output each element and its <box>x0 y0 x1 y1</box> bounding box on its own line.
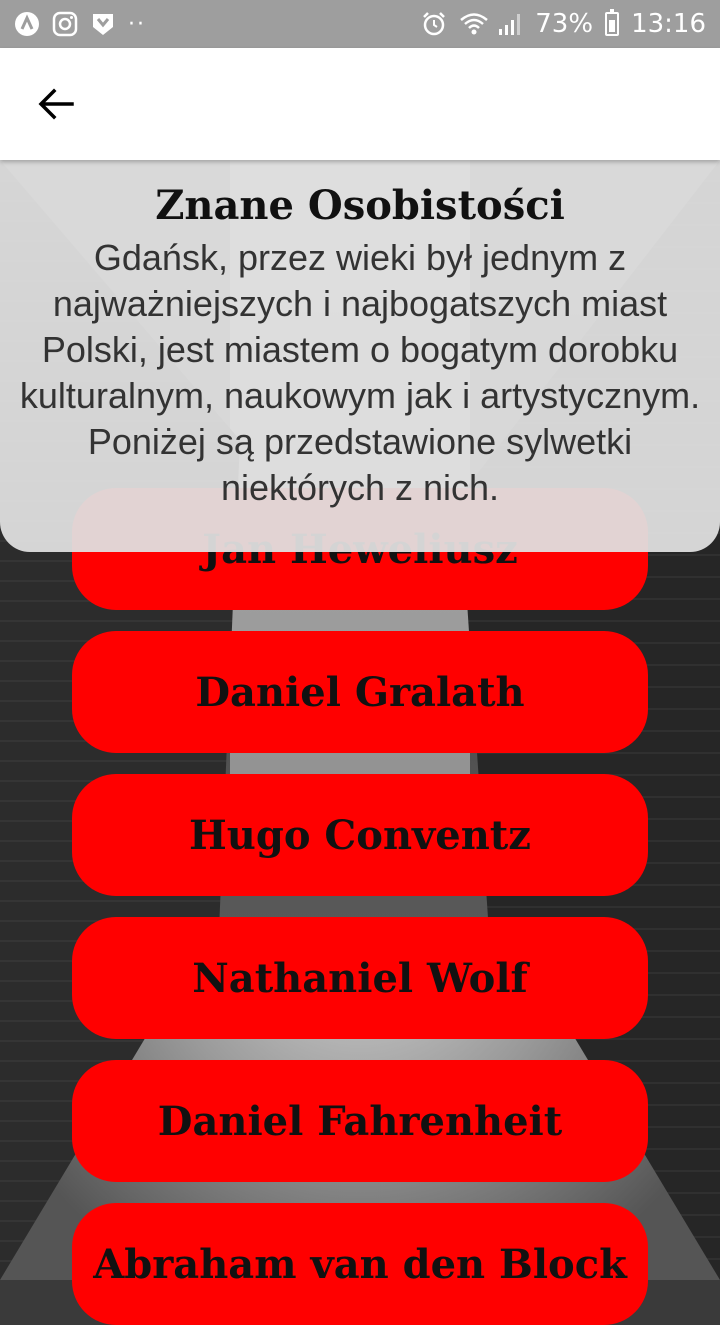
intro-card: Znane Osobistości Gdańsk, przez wieki by… <box>0 160 720 552</box>
intro-description: Gdańsk, przez wieki był jednym z najważn… <box>19 237 701 508</box>
person-button-abraham-van-den-block[interactable]: Abraham van den Block <box>72 1203 648 1325</box>
arrow-left-icon <box>38 88 74 120</box>
page-title: Znane Osobistości <box>155 182 565 229</box>
person-button-nathaniel-wolf[interactable]: Nathaniel Wolf <box>72 917 648 1039</box>
person-button-daniel-fahrenheit[interactable]: Daniel Fahrenheit <box>72 1060 648 1182</box>
person-button-hugo-conventz[interactable]: Hugo Conventz <box>72 774 648 896</box>
back-button[interactable] <box>24 76 88 132</box>
person-button-daniel-gralath[interactable]: Daniel Gralath <box>72 631 648 753</box>
app-bar <box>0 48 720 160</box>
